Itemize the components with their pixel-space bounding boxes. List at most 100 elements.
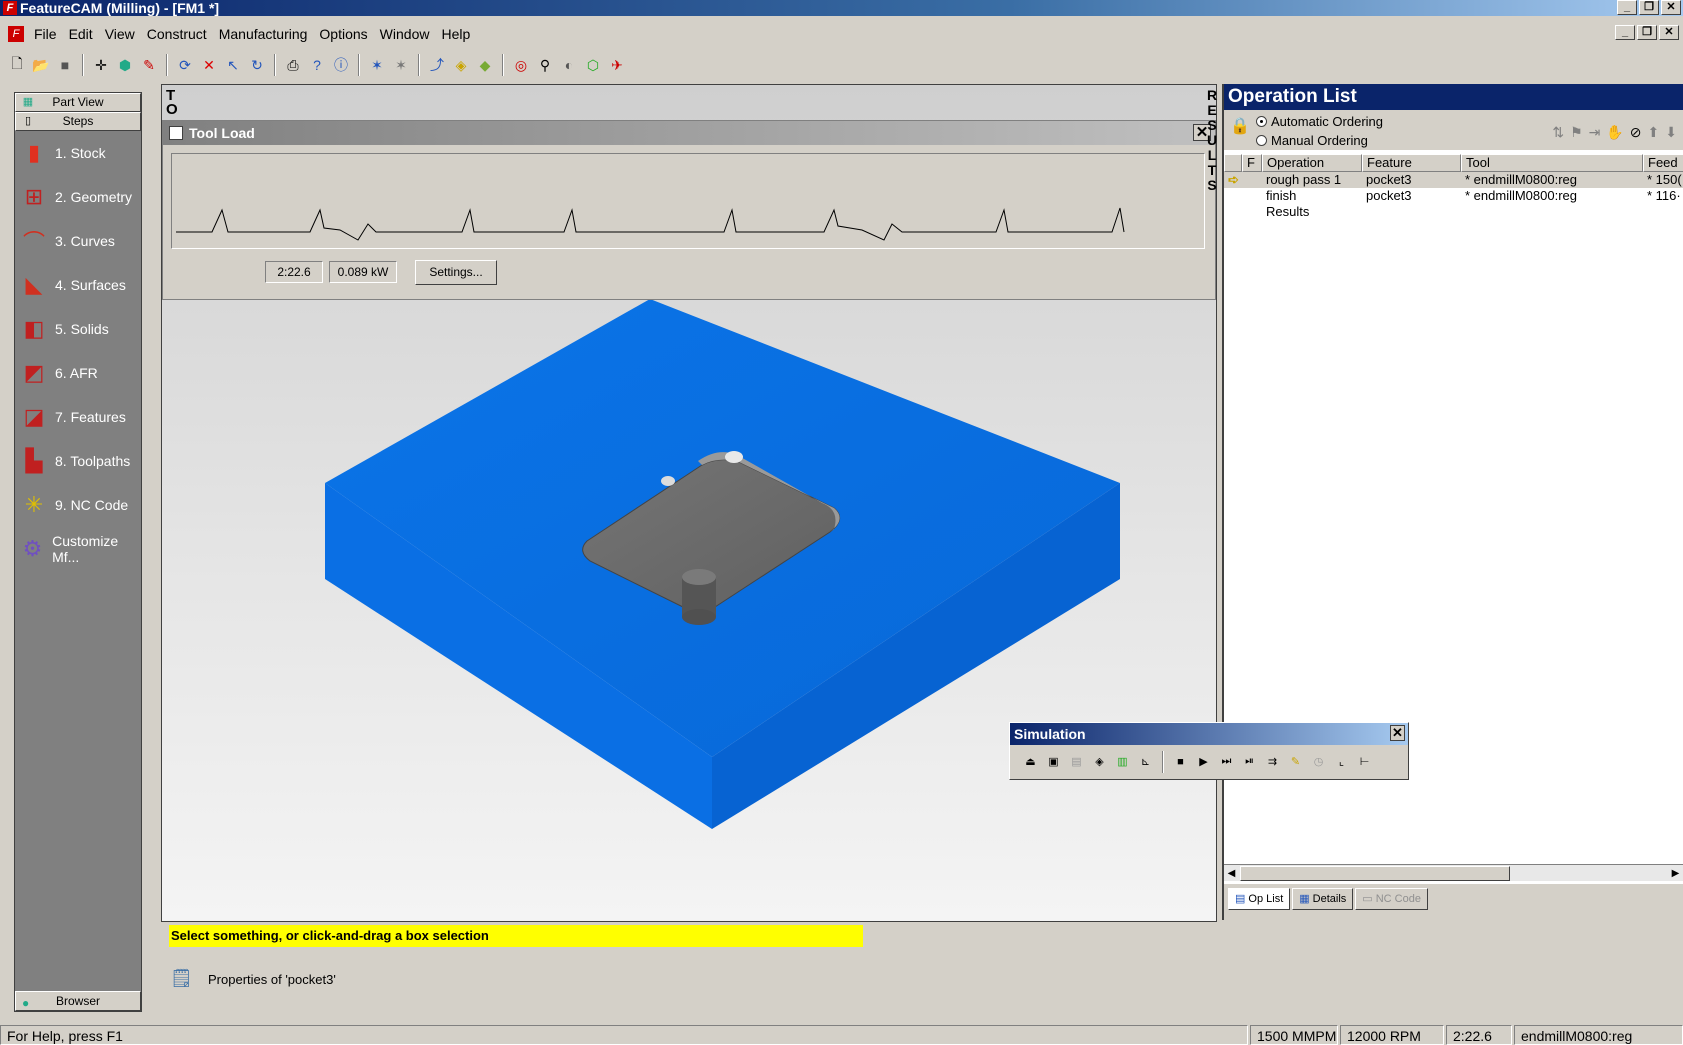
table-row[interactable]: Results: [1224, 204, 1683, 220]
open-file-icon[interactable]: 📂: [30, 54, 52, 76]
close-button[interactable]: ✕: [1661, 0, 1681, 15]
menu-edit[interactable]: Edit: [63, 26, 99, 42]
step-nc-code[interactable]: ✳ 9. NC Code: [15, 483, 141, 527]
horizontal-scrollbar[interactable]: ◀ ▶: [1224, 864, 1683, 881]
sort-icon[interactable]: ⇅: [1552, 124, 1564, 141]
doc-minimize-button[interactable]: _: [1615, 25, 1635, 40]
measure-icon[interactable]: ◎: [510, 54, 532, 76]
step-solids[interactable]: ◧ 5. Solids: [15, 307, 141, 351]
step-options-icon[interactable]: ⇉: [1262, 751, 1283, 772]
speed-icon[interactable]: ◷: [1308, 751, 1329, 772]
down-icon[interactable]: ⬇: [1665, 124, 1677, 141]
menu-window[interactable]: Window: [374, 26, 436, 42]
eject-icon[interactable]: ⏏: [1020, 751, 1041, 772]
tab-op-list[interactable]: ▤ Op List: [1228, 888, 1291, 910]
manual-ordering-radio[interactable]: Manual Ordering: [1256, 133, 1368, 148]
print-icon[interactable]: ⎙: [282, 54, 304, 76]
scroll-thumb[interactable]: [1240, 866, 1510, 881]
step-features[interactable]: ◪ 7. Features: [15, 395, 141, 439]
help-icon[interactable]: ⓘ: [330, 54, 352, 76]
move-icon[interactable]: ✛: [90, 54, 112, 76]
automatic-ordering-radio[interactable]: Automatic Ordering: [1256, 114, 1383, 129]
menu-help[interactable]: Help: [435, 26, 476, 42]
restore-button[interactable]: ❐: [1639, 0, 1659, 15]
menu-construct[interactable]: Construct: [141, 26, 213, 42]
delete-icon[interactable]: ✕: [198, 54, 220, 76]
tool-load-graph: [171, 153, 1205, 249]
up-icon[interactable]: ⬆: [1648, 124, 1660, 141]
sim-3d-icon[interactable]: ▣: [1043, 751, 1064, 772]
help-context-icon[interactable]: ?: [306, 54, 328, 76]
tab-details[interactable]: ▦ Details: [1292, 888, 1354, 910]
slider-icon[interactable]: ⊢: [1354, 751, 1375, 772]
minimize-button[interactable]: _: [1617, 0, 1637, 15]
simulate-icon[interactable]: ✈: [606, 54, 628, 76]
play-icon[interactable]: ▶: [1193, 751, 1214, 772]
snap-options-icon[interactable]: ✶: [390, 54, 412, 76]
menu-file[interactable]: File: [28, 26, 63, 42]
flag-icon[interactable]: ⚑: [1570, 124, 1583, 141]
move-op-icon[interactable]: ⇥: [1589, 124, 1601, 141]
tab-label: NC Code: [1375, 893, 1421, 905]
step-customize[interactable]: ⚙ Customize Mf...: [15, 527, 141, 571]
scroll-left-icon[interactable]: ◀: [1224, 866, 1239, 881]
menu-options[interactable]: Options: [313, 26, 373, 42]
table-row[interactable]: ➪ rough pass 1 pocket3 * endmillM0800:re…: [1224, 172, 1683, 188]
column-header-feature[interactable]: Feature: [1362, 154, 1461, 172]
sim-2d-icon[interactable]: ▤: [1066, 751, 1087, 772]
tool-load-title-bar[interactable]: Tool Load ✕: [163, 121, 1215, 145]
results-side-tab[interactable]: R E S U L T S: [1205, 88, 1219, 193]
step-toolpaths[interactable]: ▙ 8. Toolpaths: [15, 439, 141, 483]
scroll-right-icon[interactable]: ▶: [1668, 866, 1683, 881]
eraser-icon[interactable]: ✎: [138, 54, 160, 76]
stop-icon[interactable]: ■: [1170, 751, 1191, 772]
column-header-operation[interactable]: Operation: [1262, 154, 1362, 172]
sim-shaded-icon[interactable]: ◈: [1089, 751, 1110, 772]
curve-icon[interactable]: ⤴: [426, 54, 448, 76]
shade-icon[interactable]: ◐: [558, 54, 580, 76]
column-header-marker[interactable]: [1224, 154, 1242, 172]
doc-restore-button[interactable]: ❐: [1637, 25, 1657, 40]
step-label: 9. NC Code: [55, 497, 129, 513]
tab-nc-code[interactable]: ▭ NC Code: [1355, 888, 1428, 910]
settings-button[interactable]: Settings...: [415, 260, 497, 285]
simulation-close-button[interactable]: ✕: [1390, 725, 1405, 741]
step-icon[interactable]: ⏯: [1239, 751, 1260, 772]
toolpath-icon[interactable]: ⬡: [582, 54, 604, 76]
box-icon[interactable]: ⬢: [114, 54, 136, 76]
step-surfaces[interactable]: ◣ 4. Surfaces: [15, 263, 141, 307]
select-icon[interactable]: ↖: [222, 54, 244, 76]
highlight-icon[interactable]: ✎: [1285, 751, 1306, 772]
step-stock[interactable]: ▮ 1. Stock: [15, 131, 141, 175]
menu-manufacturing[interactable]: Manufacturing: [213, 26, 314, 42]
snap-icon[interactable]: ✶: [366, 54, 388, 76]
rotate-icon[interactable]: ↻: [246, 54, 268, 76]
fast-forward-icon[interactable]: ⏭: [1216, 751, 1237, 772]
browser-button[interactable]: ● Browser: [15, 991, 141, 1011]
properties-icon[interactable]: 🗒: [170, 968, 194, 990]
step-afr[interactable]: ◩ 6. AFR: [15, 351, 141, 395]
column-header-f[interactable]: F: [1242, 154, 1262, 172]
steps-button[interactable]: ▯ Steps: [15, 112, 141, 131]
refresh-icon[interactable]: ⟳: [174, 54, 196, 76]
graph-icon[interactable]: ⌞: [1331, 751, 1352, 772]
hand-icon[interactable]: ✋: [1606, 124, 1623, 141]
doc-close-button[interactable]: ✕: [1659, 25, 1679, 40]
step-curves[interactable]: ⌒ 3. Curves: [15, 219, 141, 263]
document-icon[interactable]: F: [8, 26, 24, 42]
surface-icon[interactable]: ◈: [450, 54, 472, 76]
solid-icon[interactable]: ◆: [474, 54, 496, 76]
column-header-tool[interactable]: Tool: [1461, 154, 1643, 172]
save-icon[interactable]: ■: [54, 54, 76, 76]
tool-icon[interactable]: ⚲: [534, 54, 556, 76]
sim-toolpath-icon[interactable]: ▥: [1112, 751, 1133, 772]
disable-icon[interactable]: ⊘: [1630, 124, 1642, 141]
new-file-icon[interactable]: 🗋: [6, 54, 28, 76]
column-header-feed[interactable]: Feed: [1643, 154, 1683, 172]
menu-view[interactable]: View: [99, 26, 141, 42]
part-view-button[interactable]: ▦ Part View: [15, 93, 141, 112]
step-geometry[interactable]: ⊞ 2. Geometry: [15, 175, 141, 219]
simulation-title-bar[interactable]: Simulation ✕: [1010, 723, 1408, 745]
sim-axis-icon[interactable]: ⊾: [1135, 751, 1156, 772]
table-row[interactable]: finish pocket3 * endmillM0800:reg * 116·: [1224, 188, 1683, 204]
